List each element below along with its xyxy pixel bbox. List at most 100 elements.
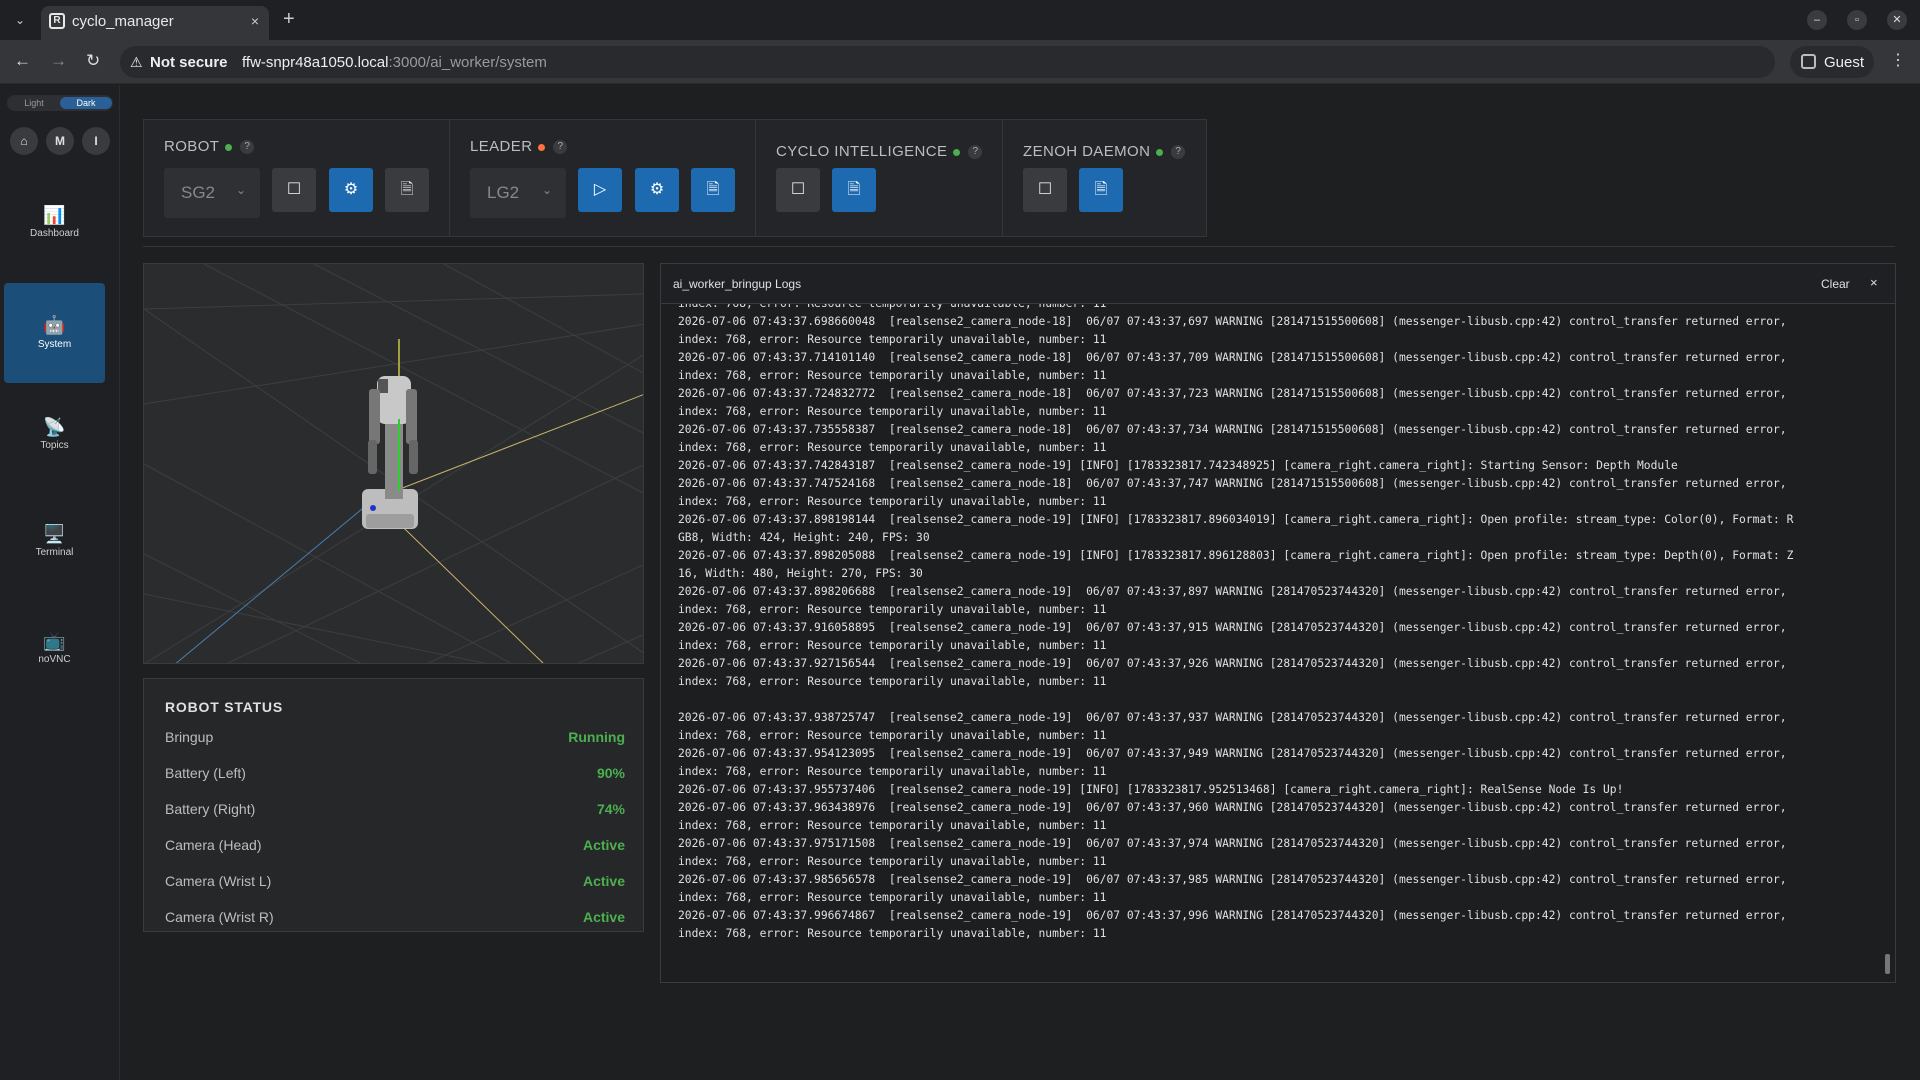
home-icon[interactable]: ⌂ (10, 127, 38, 155)
log-line: 2026-07-06 07:43:37.985656578 [realsense… (678, 873, 1787, 886)
theme-dark-option[interactable]: Dark (60, 97, 112, 109)
url-host: ffw-snpr48a1050.local (242, 54, 389, 71)
sidebar-item-system[interactable]: 🤖 System (4, 283, 105, 383)
robot-title: ROBOT (164, 138, 220, 155)
i-button[interactable]: I (82, 127, 110, 155)
log-line: 2026-07-06 07:43:37.735558387 [realsense… (678, 423, 1787, 436)
sidebar: Light Dark ⌂ M I 📊 Dashboard 🤖 System 📡 … (0, 85, 120, 1080)
log-line: 2026-07-06 07:43:37.698660048 [realsense… (678, 315, 1787, 328)
zenoh-stop-button[interactable]: ☐ (1023, 168, 1067, 212)
theme-toggle[interactable]: Light Dark (7, 95, 113, 111)
status-label: Battery (Right) (165, 801, 256, 817)
log-line: index: 768, error: Resource temporarily … (678, 927, 1107, 940)
security-label[interactable]: Not secure (150, 54, 228, 71)
scroll-thumb[interactable] (1885, 954, 1890, 974)
help-icon[interactable]: ? (553, 140, 568, 155)
new-tab-icon[interactable]: + (283, 8, 295, 31)
back-icon[interactable]: ← (14, 51, 31, 71)
log-line: 2026-07-06 07:43:37.724832772 [realsense… (678, 387, 1787, 400)
clear-logs-button[interactable]: Clear (1821, 277, 1850, 291)
leader-select[interactable]: LG2 ⌄ (470, 168, 566, 218)
forward-icon[interactable]: → (50, 51, 67, 71)
robot-select[interactable]: SG2 ⌄ (164, 168, 260, 218)
status-value: Active (582, 837, 625, 853)
zenoh-logs-button[interactable]: 🗎 (1079, 168, 1123, 212)
divider (143, 246, 1895, 247)
viewer-canvas[interactable] (144, 264, 644, 664)
help-icon[interactable]: ? (968, 145, 983, 160)
log-line: 2026-07-06 07:43:37.996674867 [realsense… (678, 909, 1787, 922)
help-icon[interactable]: ? (1171, 145, 1186, 160)
sidebar-item-terminal[interactable]: 🖥️ Terminal (4, 502, 105, 602)
cyclo-group-title: CYCLO INTELLIGENCE? (776, 143, 983, 160)
app-root: Light Dark ⌂ M I 📊 Dashboard 🤖 System 📡 … (0, 85, 1920, 1080)
browser-menu-icon[interactable]: ⋮ (1890, 50, 1906, 70)
log-line: index: 768, error: Resource temporarily … (678, 405, 1107, 418)
robot-group-title: ROBOT? (164, 138, 255, 155)
browser-tabbar: ⌄ R cyclo_manager × + – ▫ ✕ (0, 0, 1920, 40)
log-line: 2026-07-06 07:43:37.898205088 [realsense… (678, 549, 1794, 562)
robot-3d-viewer[interactable] (143, 263, 644, 664)
stop-icon: ☐ (790, 181, 806, 198)
robot-stop-button[interactable]: ☐ (272, 168, 316, 212)
robot-group: ROBOT? SG2 ⌄ ☐ ⚙ 🗎 (144, 120, 449, 236)
status-label: Camera (Wrist L) (165, 873, 272, 889)
logs-title: ai_worker_bringup Logs (673, 277, 802, 291)
log-line: 16, Width: 480, Height: 270, FPS: 30 (678, 567, 923, 580)
leader-play-button[interactable]: ▷ (578, 168, 622, 212)
help-icon[interactable]: ? (240, 140, 255, 155)
theme-light-option[interactable]: Light (8, 97, 60, 109)
logs-header: ai_worker_bringup Logs Clear × (661, 264, 1895, 304)
status-value: Active (582, 873, 625, 889)
sidebar-item-topics[interactable]: 📡 Topics (4, 395, 105, 495)
robot-select-value: SG2 (181, 183, 216, 202)
url[interactable]: ffw-snpr48a1050.local:3000/ai_worker/sys… (242, 54, 547, 71)
sidebar-item-label: noVNC (38, 654, 71, 665)
reload-icon[interactable]: ↻ (86, 51, 100, 71)
status-label: Battery (Left) (165, 765, 246, 781)
leader-logs-button[interactable]: 🗎 (691, 168, 735, 212)
window-close-icon[interactable]: ✕ (1887, 10, 1907, 30)
sidebar-item-dashboard[interactable]: 📊 Dashboard (4, 183, 105, 283)
cyclo-title: CYCLO INTELLIGENCE (776, 143, 948, 160)
address-bar[interactable]: ⚠ Not secure ffw-snpr48a1050.local:3000/… (120, 46, 1775, 78)
robot-settings-button[interactable]: ⚙ (329, 168, 373, 212)
minimize-icon[interactable]: – (1807, 10, 1827, 30)
cyclo-logs-button[interactable]: 🗎 (832, 168, 876, 212)
log-line: index: 768, error: Resource temporarily … (678, 891, 1107, 904)
document-icon: 🗎 (706, 181, 720, 198)
sidebar-item-novnc[interactable]: 📺 noVNC (4, 609, 105, 709)
log-line: 2026-07-06 07:43:37.714101140 [realsense… (678, 351, 1787, 364)
log-line: 2026-07-06 07:43:37.916058895 [realsense… (678, 621, 1787, 634)
log-line: index: 768, error: Resource temporarily … (678, 765, 1107, 778)
profile-label: Guest (1824, 54, 1865, 71)
close-logs-icon[interactable]: × (1870, 275, 1878, 290)
cyclo-stop-button[interactable]: ☐ (776, 168, 820, 212)
log-line: index: 768, error: Resource temporarily … (678, 729, 1107, 742)
logs-panel: ai_worker_bringup Logs Clear × index: 76… (660, 263, 1896, 983)
logs-body[interactable]: index: 768, error: Resource temporarily … (678, 304, 1878, 972)
document-icon: 🗎 (1094, 181, 1108, 198)
status-row: Battery (Left) 90% (165, 765, 625, 785)
url-path: :3000/ai_worker/system (388, 54, 547, 71)
stop-icon: ☐ (1037, 181, 1053, 198)
document-icon: 🗎 (847, 181, 861, 198)
cyclo-status-dot (953, 148, 961, 156)
restore-icon[interactable]: ▫ (1847, 10, 1867, 30)
log-line: 2026-07-06 07:43:37.898206688 [realsense… (678, 585, 1787, 598)
dashboard-icon: 📊 (43, 205, 66, 225)
robot-icon: 🤖 (43, 315, 66, 335)
leader-select-value: LG2 (487, 183, 520, 202)
logs-scrollbar[interactable] (1885, 306, 1891, 980)
log-line: index: 768, error: Resource temporarily … (678, 304, 1878, 313)
profile-button[interactable]: Guest (1790, 46, 1874, 78)
m-button[interactable]: M (46, 127, 74, 155)
stop-icon: ☐ (286, 181, 302, 198)
tab-list-icon[interactable]: ⌄ (8, 8, 32, 32)
tab-close-icon[interactable]: × (251, 13, 259, 29)
chevron-down-icon: ⌄ (235, 183, 246, 197)
robot-logs-button[interactable]: 🗎 (385, 168, 429, 212)
robot-model (362, 376, 418, 529)
leader-settings-button[interactable]: ⚙ (635, 168, 679, 212)
browser-tab[interactable]: R cyclo_manager × (41, 6, 269, 40)
